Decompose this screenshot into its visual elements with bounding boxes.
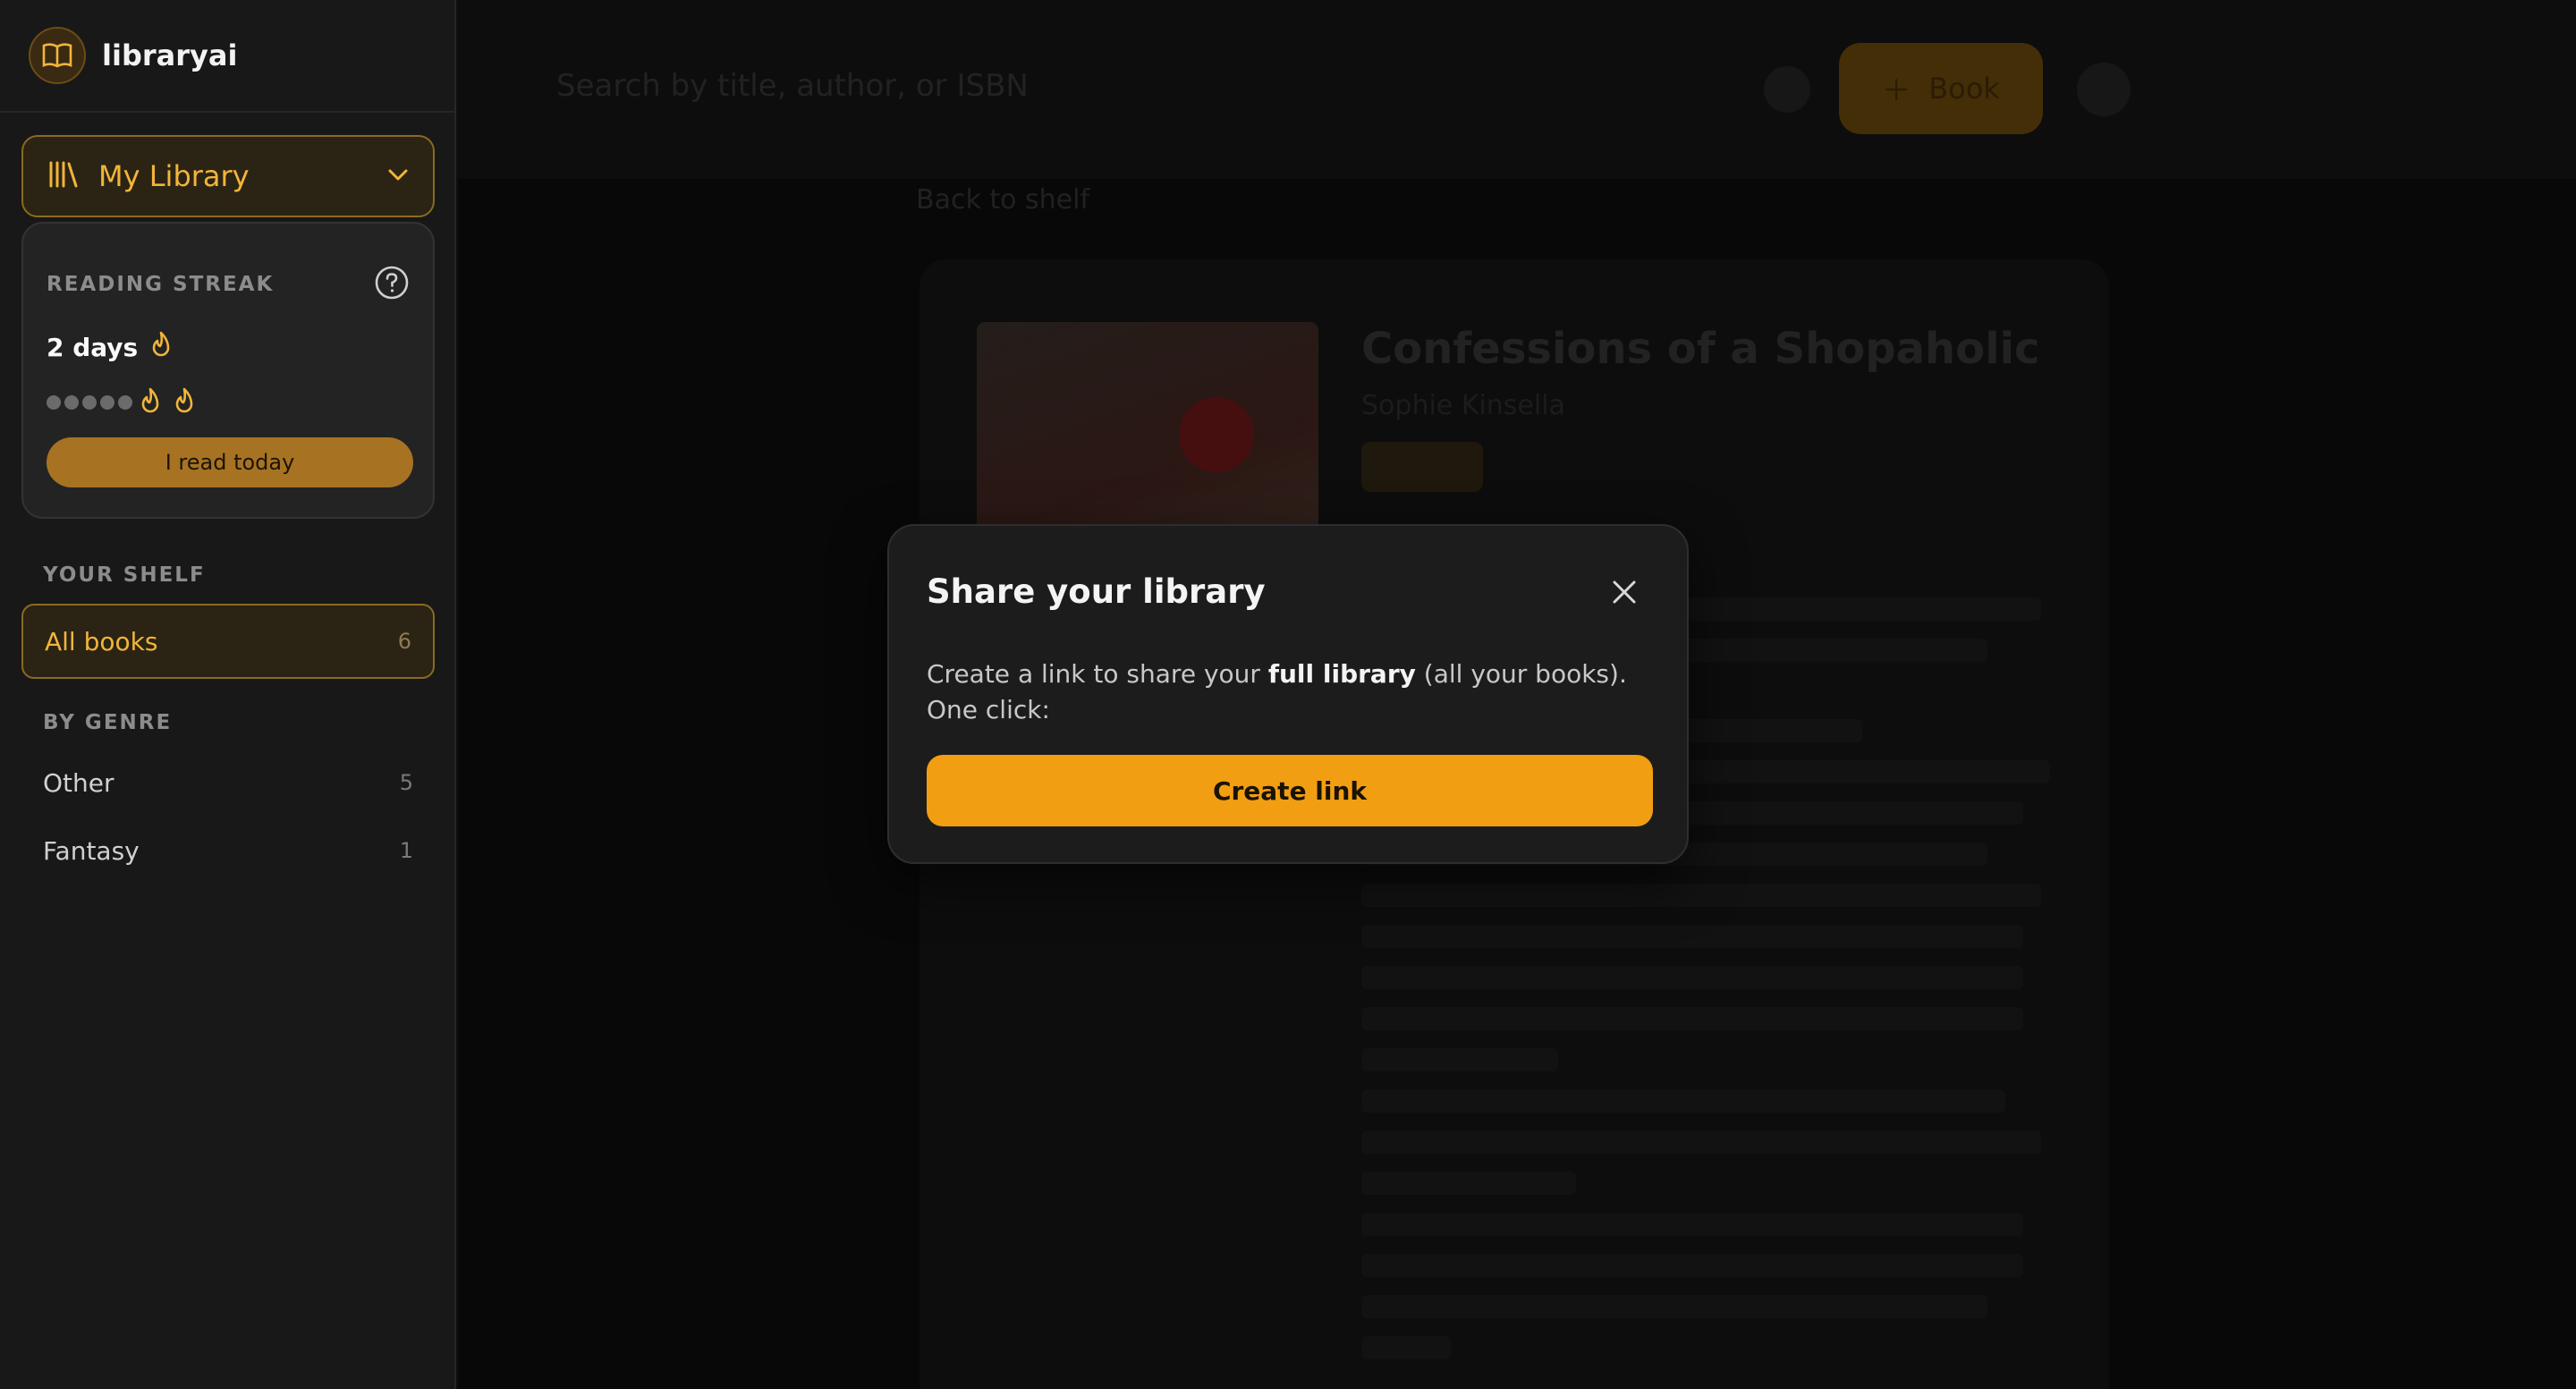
app-name: libraryai xyxy=(102,38,238,72)
dialog-text-before: Create a link to share your xyxy=(927,659,1268,689)
read-today-button[interactable]: I read today xyxy=(47,437,413,487)
streak-dot xyxy=(118,395,132,410)
brand: libraryai xyxy=(0,0,454,113)
flame-icon xyxy=(140,387,161,418)
sidebar-item-other[interactable]: Other 5 xyxy=(21,751,435,814)
close-icon xyxy=(1611,579,1638,609)
sidebar-item-all-books[interactable]: All books 6 xyxy=(21,604,435,679)
genre-section-label: BY GENRE xyxy=(43,711,173,734)
library-select[interactable]: My Library xyxy=(21,135,435,217)
genre-count: 1 xyxy=(399,838,413,863)
genre-count: 5 xyxy=(399,770,413,795)
book-open-icon xyxy=(29,27,86,84)
dialog-description: Create a link to share your full library… xyxy=(927,656,1642,728)
streak-dot xyxy=(47,395,61,410)
streak-days: 2 days xyxy=(47,333,139,362)
library-icon xyxy=(48,161,79,191)
dialog-text-bold: full library xyxy=(1267,659,1416,689)
sidebar: libraryai My Library READING STREAK 2 da… xyxy=(0,0,456,1389)
reading-streak-card: READING STREAK 2 days I read today xyxy=(21,222,435,519)
flame-icon xyxy=(174,387,195,418)
genre-label: Fantasy xyxy=(43,835,140,866)
share-library-dialog: Share your library Create a link to shar… xyxy=(887,524,1689,864)
streak-dot xyxy=(64,395,79,410)
shelf-section-label: YOUR SHELF xyxy=(43,563,206,587)
all-books-count: 6 xyxy=(397,629,411,654)
dialog-title: Share your library xyxy=(927,572,1266,611)
streak-dots xyxy=(47,387,410,418)
help-icon[interactable] xyxy=(374,265,410,304)
flame-icon xyxy=(150,331,172,364)
genre-label: Other xyxy=(43,767,114,798)
chevron-down-icon xyxy=(388,168,408,185)
create-link-button[interactable]: Create link xyxy=(927,755,1653,826)
close-button[interactable] xyxy=(1597,567,1651,621)
streak-dot xyxy=(82,395,97,410)
sidebar-item-fantasy[interactable]: Fantasy 1 xyxy=(21,819,435,882)
all-books-label: All books xyxy=(45,626,158,656)
streak-dot xyxy=(100,395,114,410)
streak-title: READING STREAK xyxy=(47,273,275,296)
library-select-label: My Library xyxy=(98,159,250,193)
